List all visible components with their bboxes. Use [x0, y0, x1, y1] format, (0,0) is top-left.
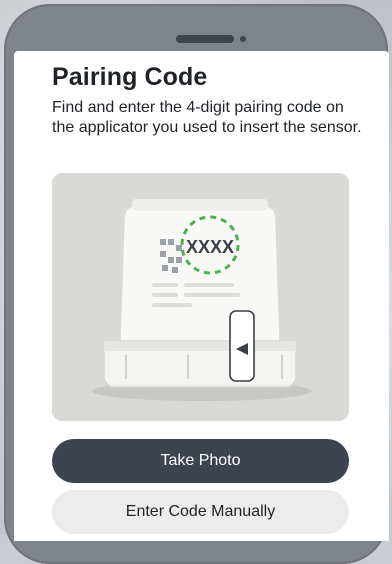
pairing-code-text: XXXX	[186, 237, 234, 257]
speaker-icon	[176, 35, 234, 43]
applicator-illustration: XXXX	[52, 173, 349, 421]
applicator-icon: XXXX	[92, 199, 312, 401]
enter-code-manually-button[interactable]: Enter Code Manually	[52, 490, 349, 534]
camera-icon	[240, 36, 246, 42]
instructions-text: Find and enter the 4-digit pairing code …	[52, 99, 362, 136]
take-photo-button[interactable]: Take Photo	[52, 439, 349, 483]
app-screen: Pairing Code Find and enter the 4-digit …	[14, 51, 389, 541]
page-title: Pairing Code	[52, 63, 208, 91]
